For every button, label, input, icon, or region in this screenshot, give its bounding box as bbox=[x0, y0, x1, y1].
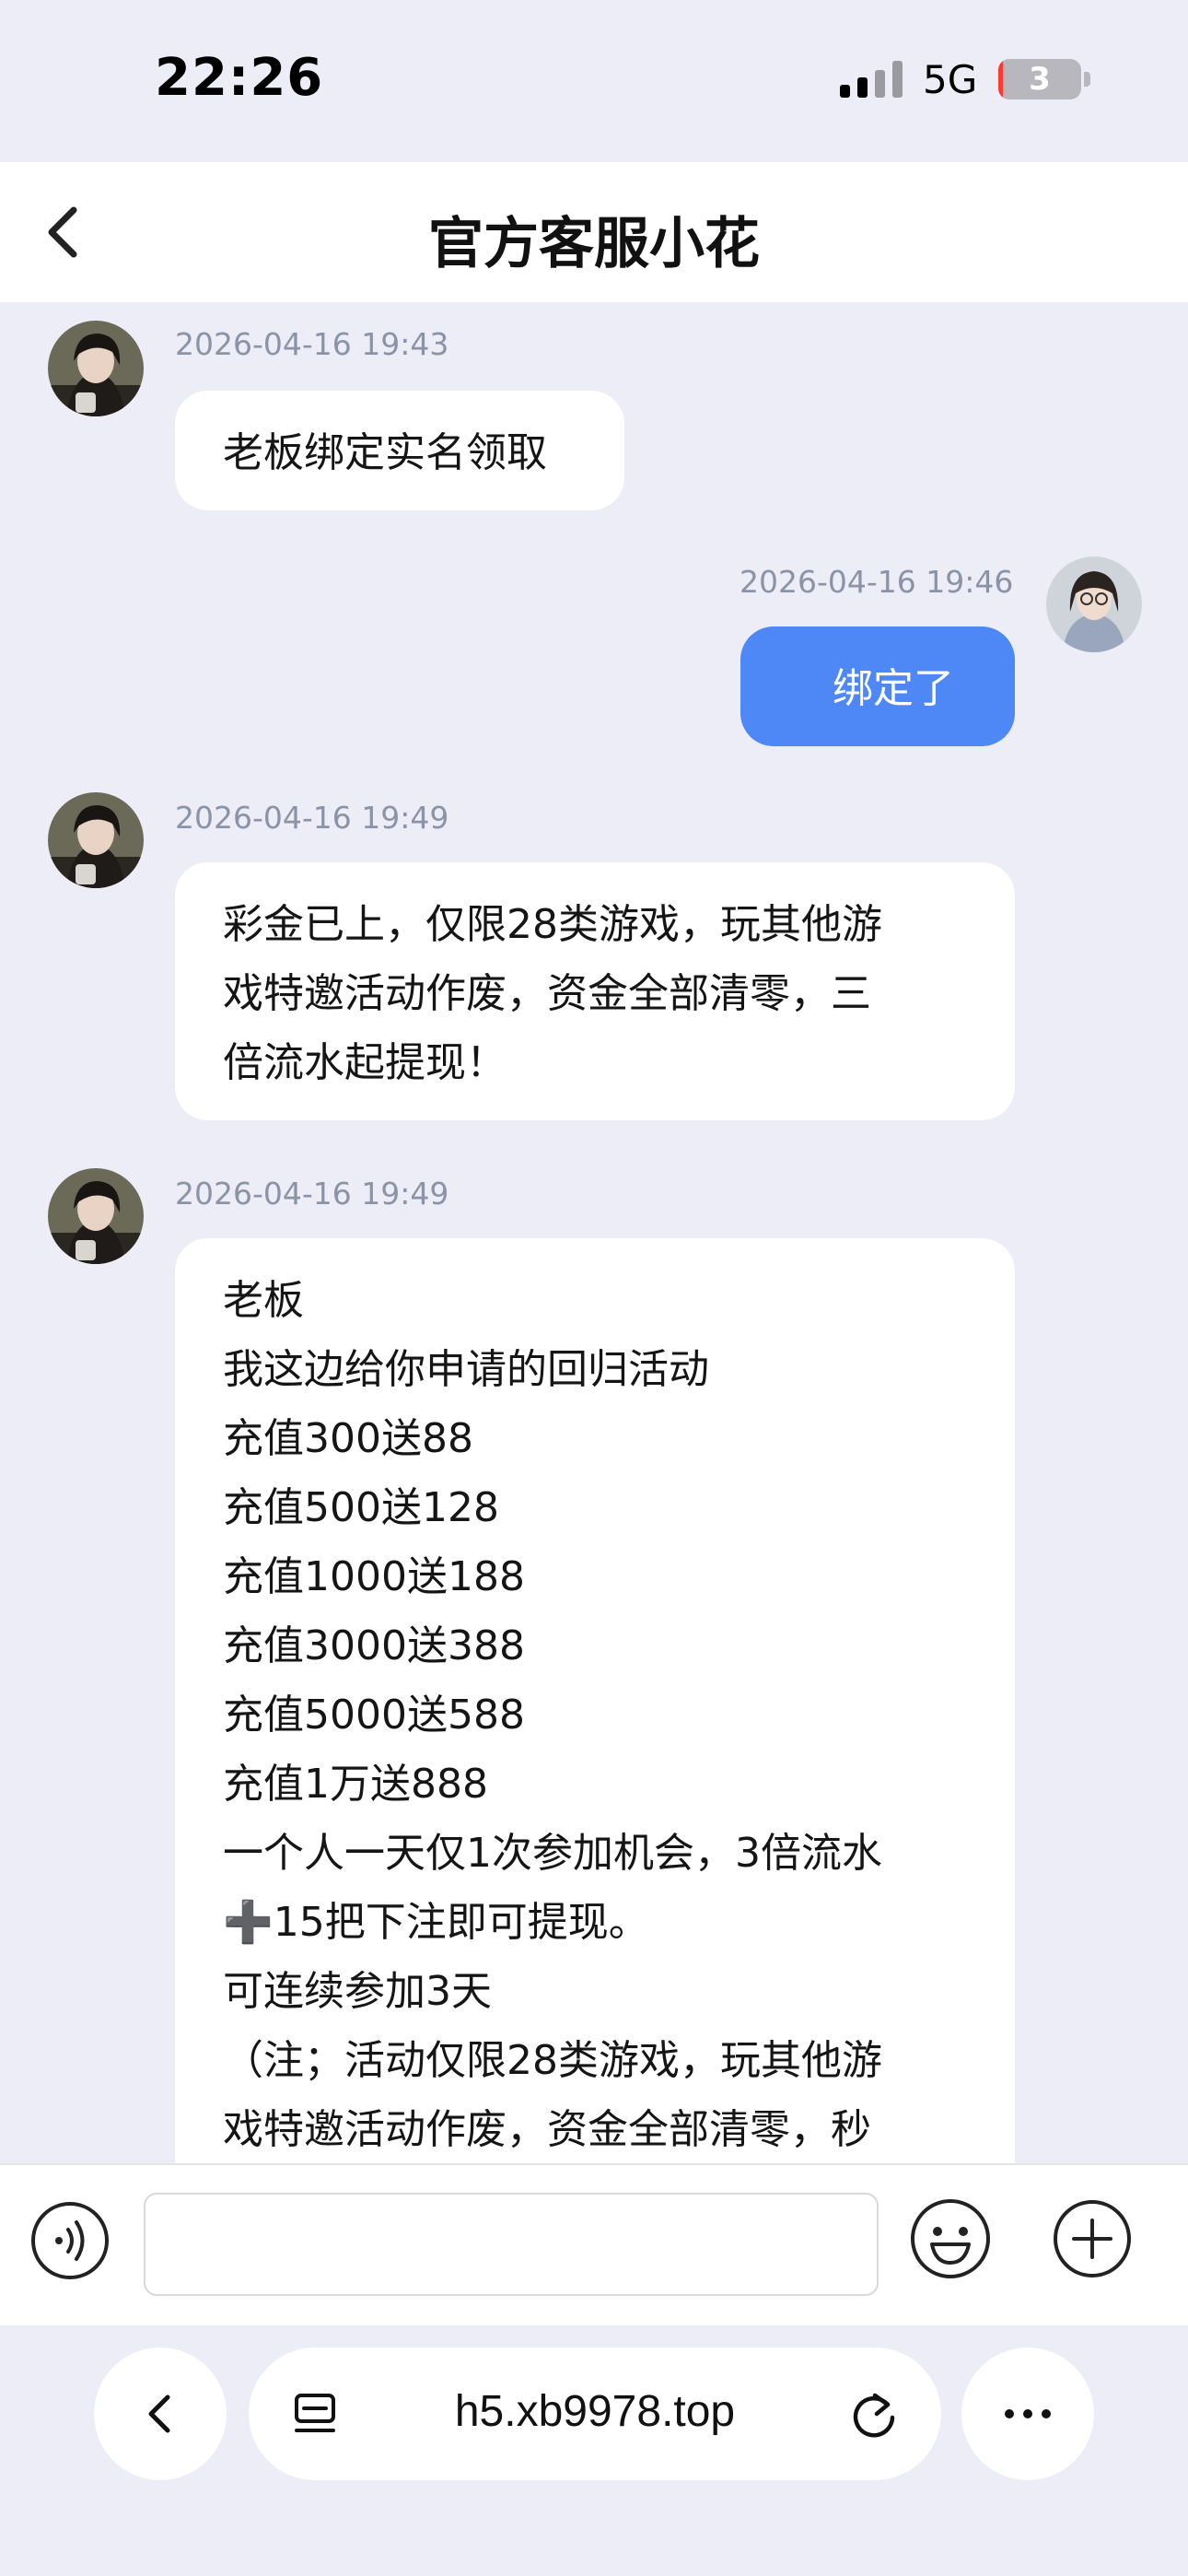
message-text: 戏特邀活动作废，资金全部清零，秒 bbox=[223, 2106, 871, 2153]
browser-more-button[interactable] bbox=[961, 2348, 1094, 2480]
url-text: h5.xb9978.top bbox=[454, 2387, 736, 2436]
cellular-signal-icon bbox=[840, 61, 903, 98]
message-text: 老板 bbox=[223, 1277, 304, 1324]
chat-title: 官方客服小花 bbox=[428, 212, 760, 276]
plus-circle-icon[interactable] bbox=[1052, 2198, 1133, 2279]
message-text: 一个人一天仅1次参加机会，3倍流水 bbox=[223, 1830, 882, 1877]
message-text: ➕15把下注即可提现。 bbox=[223, 1899, 649, 1946]
status-time: 22:26 bbox=[155, 48, 324, 108]
message-text: 彩金已上，仅限28类游戏，玩其他游 bbox=[223, 901, 882, 948]
message-text: 充值3000送388 bbox=[223, 1622, 525, 1669]
battery-tip bbox=[1084, 72, 1090, 87]
message-list[interactable]: 2026-04-16 19:43 老板绑定实名领取 2026-04-16 19:… bbox=[0, 302, 1188, 2163]
agent-avatar[interactable] bbox=[48, 321, 144, 416]
message-bubble-agent: 老板绑定实名领取 bbox=[175, 391, 624, 510]
message-text: 戏特邀活动作废，资金全部清零，三 bbox=[223, 970, 871, 1017]
user-avatar[interactable] bbox=[1046, 556, 1142, 652]
more-dots-icon bbox=[1005, 2409, 1051, 2418]
chevron-left-icon bbox=[148, 2395, 170, 2433]
message-timestamp: 2026-04-16 19:46 bbox=[740, 564, 1014, 600]
voice-icon[interactable] bbox=[29, 2200, 111, 2281]
battery-level: 3 bbox=[1029, 61, 1051, 98]
emoji-icon[interactable] bbox=[908, 2196, 993, 2281]
browser-toolbar: h5.xb9978.top bbox=[0, 2325, 1188, 2576]
message-text: 可连续参加3天 bbox=[223, 1968, 492, 2015]
message-timestamp: 2026-04-16 19:49 bbox=[175, 800, 449, 836]
input-bar bbox=[0, 2163, 1188, 2325]
status-bar: 22:26 5G 3 bbox=[0, 0, 1188, 162]
message-text: 倍流水起提现！ bbox=[223, 1039, 507, 1086]
message-text: 充值1万送888 bbox=[223, 1761, 488, 1808]
browser-back-button[interactable] bbox=[94, 2348, 227, 2480]
message-text: 老板绑定实名领取 bbox=[223, 429, 547, 476]
message-timestamp: 2026-04-16 19:49 bbox=[175, 1176, 449, 1212]
message-text: 充值5000送588 bbox=[223, 1692, 525, 1739]
message-bubble-agent: 老板 我这边给你申请的回归活动 充值300送88 充值500送128 充值100… bbox=[175, 1238, 1015, 2163]
network-type: 5G bbox=[923, 57, 978, 102]
chat-header: 官方客服小花 bbox=[0, 162, 1188, 302]
message-input[interactable] bbox=[144, 2193, 879, 2296]
reload-icon[interactable] bbox=[847, 2388, 901, 2441]
message-text: 充值500送128 bbox=[223, 1484, 499, 1531]
message-text: 绑定了 bbox=[833, 665, 954, 712]
message-text: 我这边给你申请的回归活动 bbox=[223, 1346, 709, 1393]
agent-avatar[interactable] bbox=[48, 792, 144, 888]
battery-indicator: 3 bbox=[998, 59, 1081, 100]
agent-avatar[interactable] bbox=[48, 1168, 144, 1264]
message-text: （注；活动仅限28类游戏，玩其他游 bbox=[223, 2037, 882, 2084]
message-timestamp: 2026-04-16 19:43 bbox=[175, 326, 449, 362]
message-text: 充值300送88 bbox=[223, 1415, 473, 1462]
message-bubble-user: 绑定了 bbox=[740, 626, 1015, 746]
address-bar[interactable]: h5.xb9978.top bbox=[249, 2348, 941, 2480]
message-bubble-agent: 彩金已上，仅限28类游戏，玩其他游 戏特邀活动作废，资金全部清零，三 倍流水起提… bbox=[175, 862, 1015, 1120]
message-text: 充值1000送188 bbox=[223, 1553, 525, 1600]
